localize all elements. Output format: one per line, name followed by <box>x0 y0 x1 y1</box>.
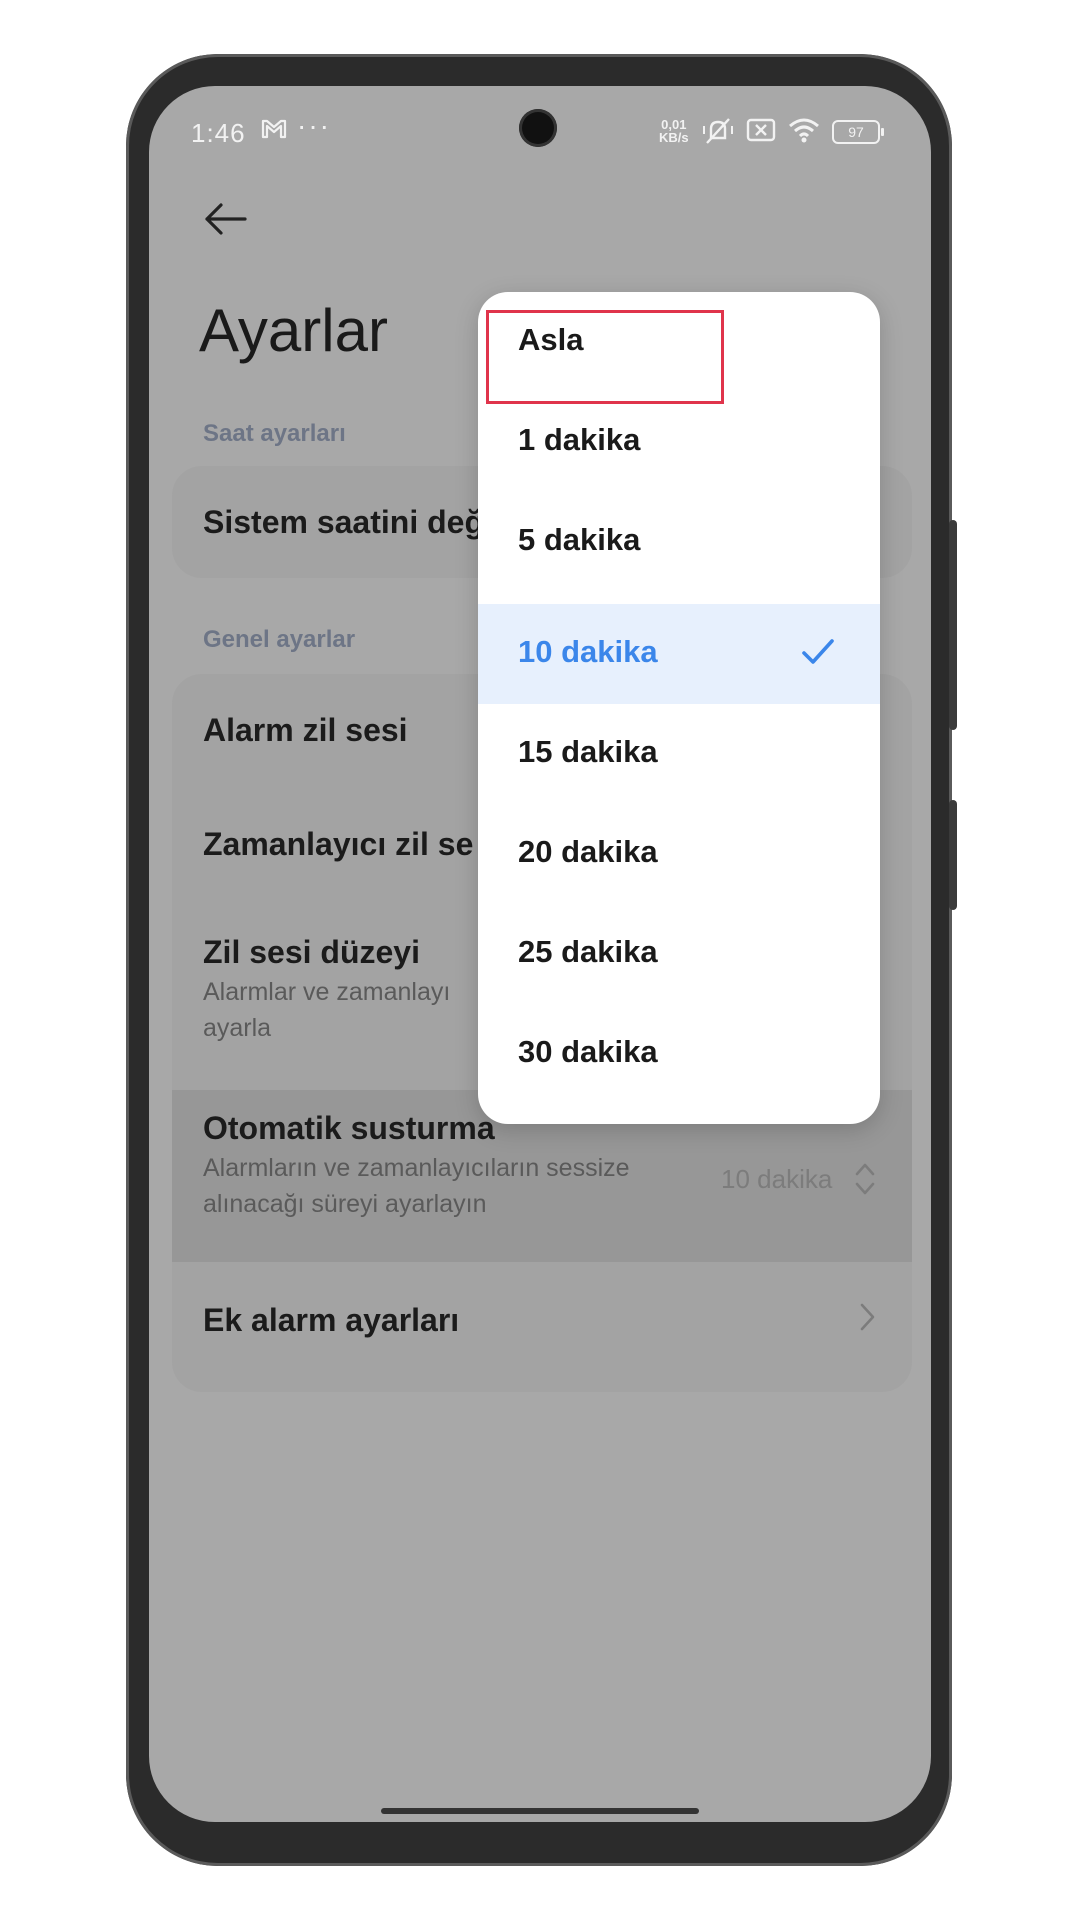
power-button <box>949 800 957 910</box>
option-5-min[interactable]: 5 dakika <box>478 492 880 592</box>
auto-silence-subtitle-line1: Alarmların ve zamanlayıcıların sessize <box>203 1154 630 1182</box>
timer-ringtone-item[interactable]: Zamanlayıcı zil se <box>203 826 473 863</box>
network-speed-unit: KB/s <box>659 130 689 145</box>
back-arrow-icon[interactable] <box>201 194 251 244</box>
option-label: 1 dakika <box>518 422 641 457</box>
wifi-icon <box>787 116 821 149</box>
option-25-min[interactable]: 25 dakika <box>478 904 880 1004</box>
chevron-right-icon <box>857 1300 877 1339</box>
auto-silence-value: 10 dakika <box>721 1164 833 1194</box>
option-label: 20 dakika <box>518 834 658 869</box>
option-15-min[interactable]: 15 dakika <box>478 704 880 804</box>
option-10-min[interactable]: 10 dakika <box>478 604 880 704</box>
section-label-general: Genel ayarlar <box>203 626 356 653</box>
gmail-icon <box>261 114 287 146</box>
more-notifications-icon: ··· <box>297 110 331 141</box>
option-label: 15 dakika <box>518 734 658 769</box>
option-label: 5 dakika <box>518 522 641 557</box>
status-time: 1:46 <box>191 118 246 148</box>
battery-icon: 97 <box>832 120 884 144</box>
highlight-box <box>486 310 724 404</box>
status-bar: 1:46 ··· 0,01 KB/s 97 <box>149 86 931 176</box>
option-1-min[interactable]: 1 dakika <box>478 392 880 492</box>
checkmark-icon <box>800 636 836 673</box>
auto-silence-subtitle-line2: alınacağı süreyi ayarlayın <box>203 1190 487 1218</box>
volume-button <box>949 520 957 730</box>
alarm-ringtone-item[interactable]: Alarm zil sesi <box>203 712 408 749</box>
option-20-min[interactable]: 20 dakika <box>478 804 880 904</box>
auto-silence-dropdown: Asla 1 dakika 5 dakika 10 dakika 15 daki… <box>478 292 880 1124</box>
home-indicator[interactable] <box>381 1808 699 1814</box>
front-camera <box>519 109 557 147</box>
page-title: Ayarlar <box>199 297 388 364</box>
auto-silence-title: Otomatik susturma <box>203 1110 495 1146</box>
option-label: 25 dakika <box>518 934 658 969</box>
silent-vibrate-icon <box>701 116 735 151</box>
option-label: 10 dakika <box>518 634 658 669</box>
auto-silence-subtitle: Alarmların ve zamanlayıcıların sessize a… <box>203 1150 703 1222</box>
network-speed: 0,01 KB/s <box>659 118 689 144</box>
updown-chevron-icon <box>853 1160 877 1203</box>
sim-off-icon <box>745 116 777 149</box>
ringtone-volume-item[interactable]: Zil sesi düzeyi <box>203 934 420 971</box>
change-system-time-item[interactable]: Sistem saatini değ <box>203 504 484 541</box>
section-label-clock: Saat ayarları <box>203 420 346 447</box>
option-30-min[interactable]: 30 dakika <box>478 1004 880 1104</box>
option-label: 30 dakika <box>518 1034 658 1069</box>
extra-alarm-settings-item[interactable]: Ek alarm ayarları <box>203 1302 459 1339</box>
